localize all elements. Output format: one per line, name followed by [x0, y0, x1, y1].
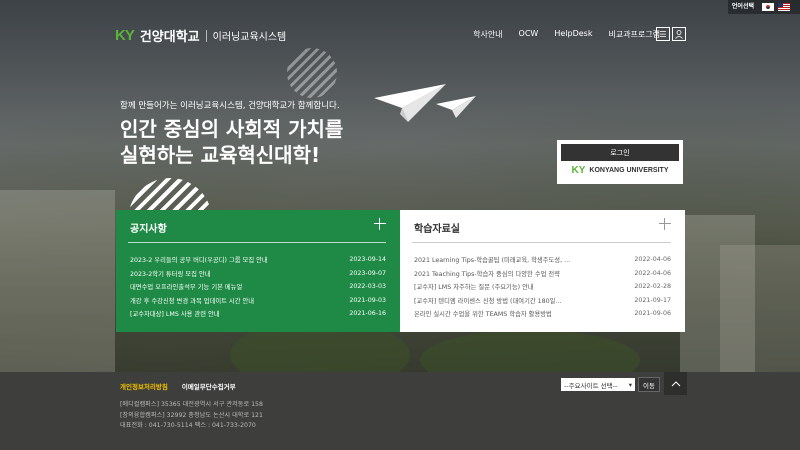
- notice-item-date: 2023-09-14: [349, 256, 386, 264]
- plus-icon[interactable]: [374, 218, 386, 230]
- chevron-up-icon: [671, 380, 680, 386]
- login-box: 로그인 KY KONYANG UNIVERSITY: [557, 140, 683, 184]
- address-line: [메디컬캠퍼스] 35365 대전광역시 서구 관저동로 158: [120, 401, 263, 408]
- hero-title-line: 인간 중심의 사회적 가치를: [120, 117, 344, 141]
- footer-address: [메디컬캠퍼스] 35365 대전광역시 서구 관저동로 158 [창의융합캠퍼…: [120, 400, 263, 432]
- notice-item-title: 개강 후 수강신청 변경 과목 업데이트 시간 안내: [130, 297, 255, 305]
- study-item-date: 2021-09-17: [634, 296, 671, 304]
- main-nav: 학사안내 OCW HelpDesk 비교과프로그램: [473, 29, 660, 40]
- study-item-title: [교수자] 텐디엠 라이센스 신청 방법 (대여기간 180일...: [414, 297, 562, 305]
- study-item-date: 2022-02-28: [634, 283, 671, 291]
- notice-item-title: 2023-2학기 튜터링 모집 안내: [130, 270, 211, 278]
- us-flag-icon[interactable]: [778, 3, 790, 11]
- list-item[interactable]: 대면수업 오프라인출석부 기능 기본 메뉴얼 2022-03-03: [130, 280, 386, 294]
- email-policy-link[interactable]: 이메일무단수집거부: [182, 381, 236, 391]
- university-name: 건양대학교: [139, 30, 200, 45]
- list-item[interactable]: 2021 Learning Tips-학습꿀팁 (미래교육, 학생주도성, ..…: [414, 253, 671, 267]
- hero-title: 인간 중심의 사회적 가치를 실현하는 교육혁신대학!: [120, 116, 343, 168]
- nav-academic-info[interactable]: 학사안내: [473, 29, 502, 40]
- notice-item-title: 대면수업 오프라인출석부 기능 기본 메뉴얼: [130, 284, 243, 292]
- notice-item-date: 2023-09-07: [349, 269, 386, 277]
- notice-item-title: [교수자대상] LMS 사용 관련 안내: [130, 311, 220, 319]
- building-left: [0, 190, 115, 372]
- paper-plane-icon: [436, 96, 476, 118]
- list-item[interactable]: 온라인 실시간 수업을 위한 TEAMS 학습자 활용방법 2021-09-06: [414, 307, 671, 321]
- list-item[interactable]: [교수자] 텐디엠 라이센스 신청 방법 (대여기간 180일... 2021-0…: [414, 294, 671, 308]
- system-name: 이러닝교육시스템: [212, 32, 287, 43]
- notice-item-date: 2021-09-03: [349, 296, 386, 304]
- language-bar: 언어선택: [727, 0, 800, 14]
- konyang-brand: KY KONYANG UNIVERSITY: [561, 165, 679, 176]
- language-select-button[interactable]: 언어선택: [728, 0, 758, 14]
- hero-subtitle: 함께 만들어가는 이러닝교육시스템, 건양대학교가 함께합니다.: [120, 101, 340, 111]
- study-item-title: [교수자] LMS 자주하는 질문 (주요기능) 안내: [414, 284, 534, 292]
- striped-circle-decoration: [287, 48, 337, 98]
- building-right-2: [720, 245, 800, 372]
- study-item-title: 온라인 실시간 수업을 위한 TEAMS 학습자 활용방법: [414, 311, 552, 319]
- brand-name: KONYANG UNIVERSITY: [589, 167, 669, 174]
- footer-links: 개인정보처리방침 이메일무단수집거부: [120, 381, 236, 391]
- korean-flag-icon[interactable]: [762, 3, 774, 11]
- nav-helpdesk[interactable]: HelpDesk: [554, 29, 592, 40]
- study-item-date: 2022-04-06: [634, 256, 671, 264]
- notice-item-date: 2022-03-03: [349, 283, 386, 291]
- ky-logo-icon: KY: [115, 27, 135, 44]
- study-item-title: 2021 Teaching Tips-학습자 중심의 다양한 수업 전략: [414, 270, 560, 278]
- list-item[interactable]: 개강 후 수강신청 변경 과목 업데이트 시간 안내 2021-09-03: [130, 294, 386, 308]
- study-title: 학습자료실: [414, 224, 460, 235]
- notice-item-title: 2023-2 우리들의 공부 버디(우공디) 그룹 모집 안내: [130, 257, 268, 265]
- nav-extracurricular[interactable]: 비교과프로그램: [608, 29, 660, 40]
- login-button[interactable]: 로그인: [561, 144, 679, 161]
- nav-ocw[interactable]: OCW: [519, 29, 539, 40]
- divider: [412, 242, 671, 243]
- list-item[interactable]: 2023-2 우리들의 공부 버디(우공디) 그룹 모집 안내 2023-09-1…: [130, 253, 386, 267]
- phone-line: 대표전화 : 041-730-5114 팩스 : 041-733-2070: [120, 422, 256, 429]
- study-item-title: 2021 Learning Tips-학습꿀팁 (미래교육, 학생주도성, ..…: [414, 257, 571, 265]
- tree-foliage: [420, 330, 640, 372]
- divider: [128, 242, 386, 243]
- user-icon[interactable]: [672, 27, 686, 41]
- scroll-top-button[interactable]: [664, 372, 687, 395]
- hero-title-line: 실현하는 교육혁신대학!: [120, 143, 321, 167]
- study-materials-board: 학습자료실 2021 Learning Tips-학습꿀팁 (미래교육, 학생주…: [400, 210, 685, 332]
- list-item[interactable]: 2023-2학기 튜터링 모집 안내 2023-09-07: [130, 267, 386, 281]
- list-item[interactable]: 2021 Teaching Tips-학습자 중심의 다양한 수업 전략 2022…: [414, 267, 671, 281]
- plus-icon[interactable]: [659, 218, 671, 230]
- nav-icon-group: ☰: [656, 27, 686, 41]
- privacy-policy-link[interactable]: 개인정보처리방침: [120, 381, 168, 391]
- notice-item-date: 2021-06-16: [349, 310, 386, 318]
- study-item-date: 2021-09-06: [634, 310, 671, 318]
- logo-divider: [205, 29, 207, 42]
- notice-board: 공지사항 2023-2 우리들의 공부 버디(우공디) 그룹 모집 안내 2023…: [116, 210, 400, 332]
- list-item[interactable]: [교수자대상] LMS 사용 관련 안내 2021-06-16: [130, 307, 386, 321]
- go-button[interactable]: 이동: [638, 377, 660, 392]
- address-line: [창의융합캠퍼스] 32992 충청남도 논산시 대학로 121: [120, 411, 263, 419]
- notice-title: 공지사항: [130, 224, 167, 235]
- family-site-value: --주요사이트 선택--: [564, 381, 618, 390]
- ky-logo-icon: KY: [571, 165, 586, 176]
- study-item-date: 2022-04-06: [634, 269, 671, 277]
- chevron-down-icon: ▾: [628, 380, 632, 389]
- list-item[interactable]: [교수자] LMS 자주하는 질문 (주요기능) 안내 2022-02-28: [414, 280, 671, 294]
- menu-icon[interactable]: ☰: [656, 27, 670, 41]
- family-site-select[interactable]: --주요사이트 선택-- ▾: [561, 378, 635, 391]
- site-logo[interactable]: KY 건양대학교 이러닝교육시스템: [115, 26, 286, 45]
